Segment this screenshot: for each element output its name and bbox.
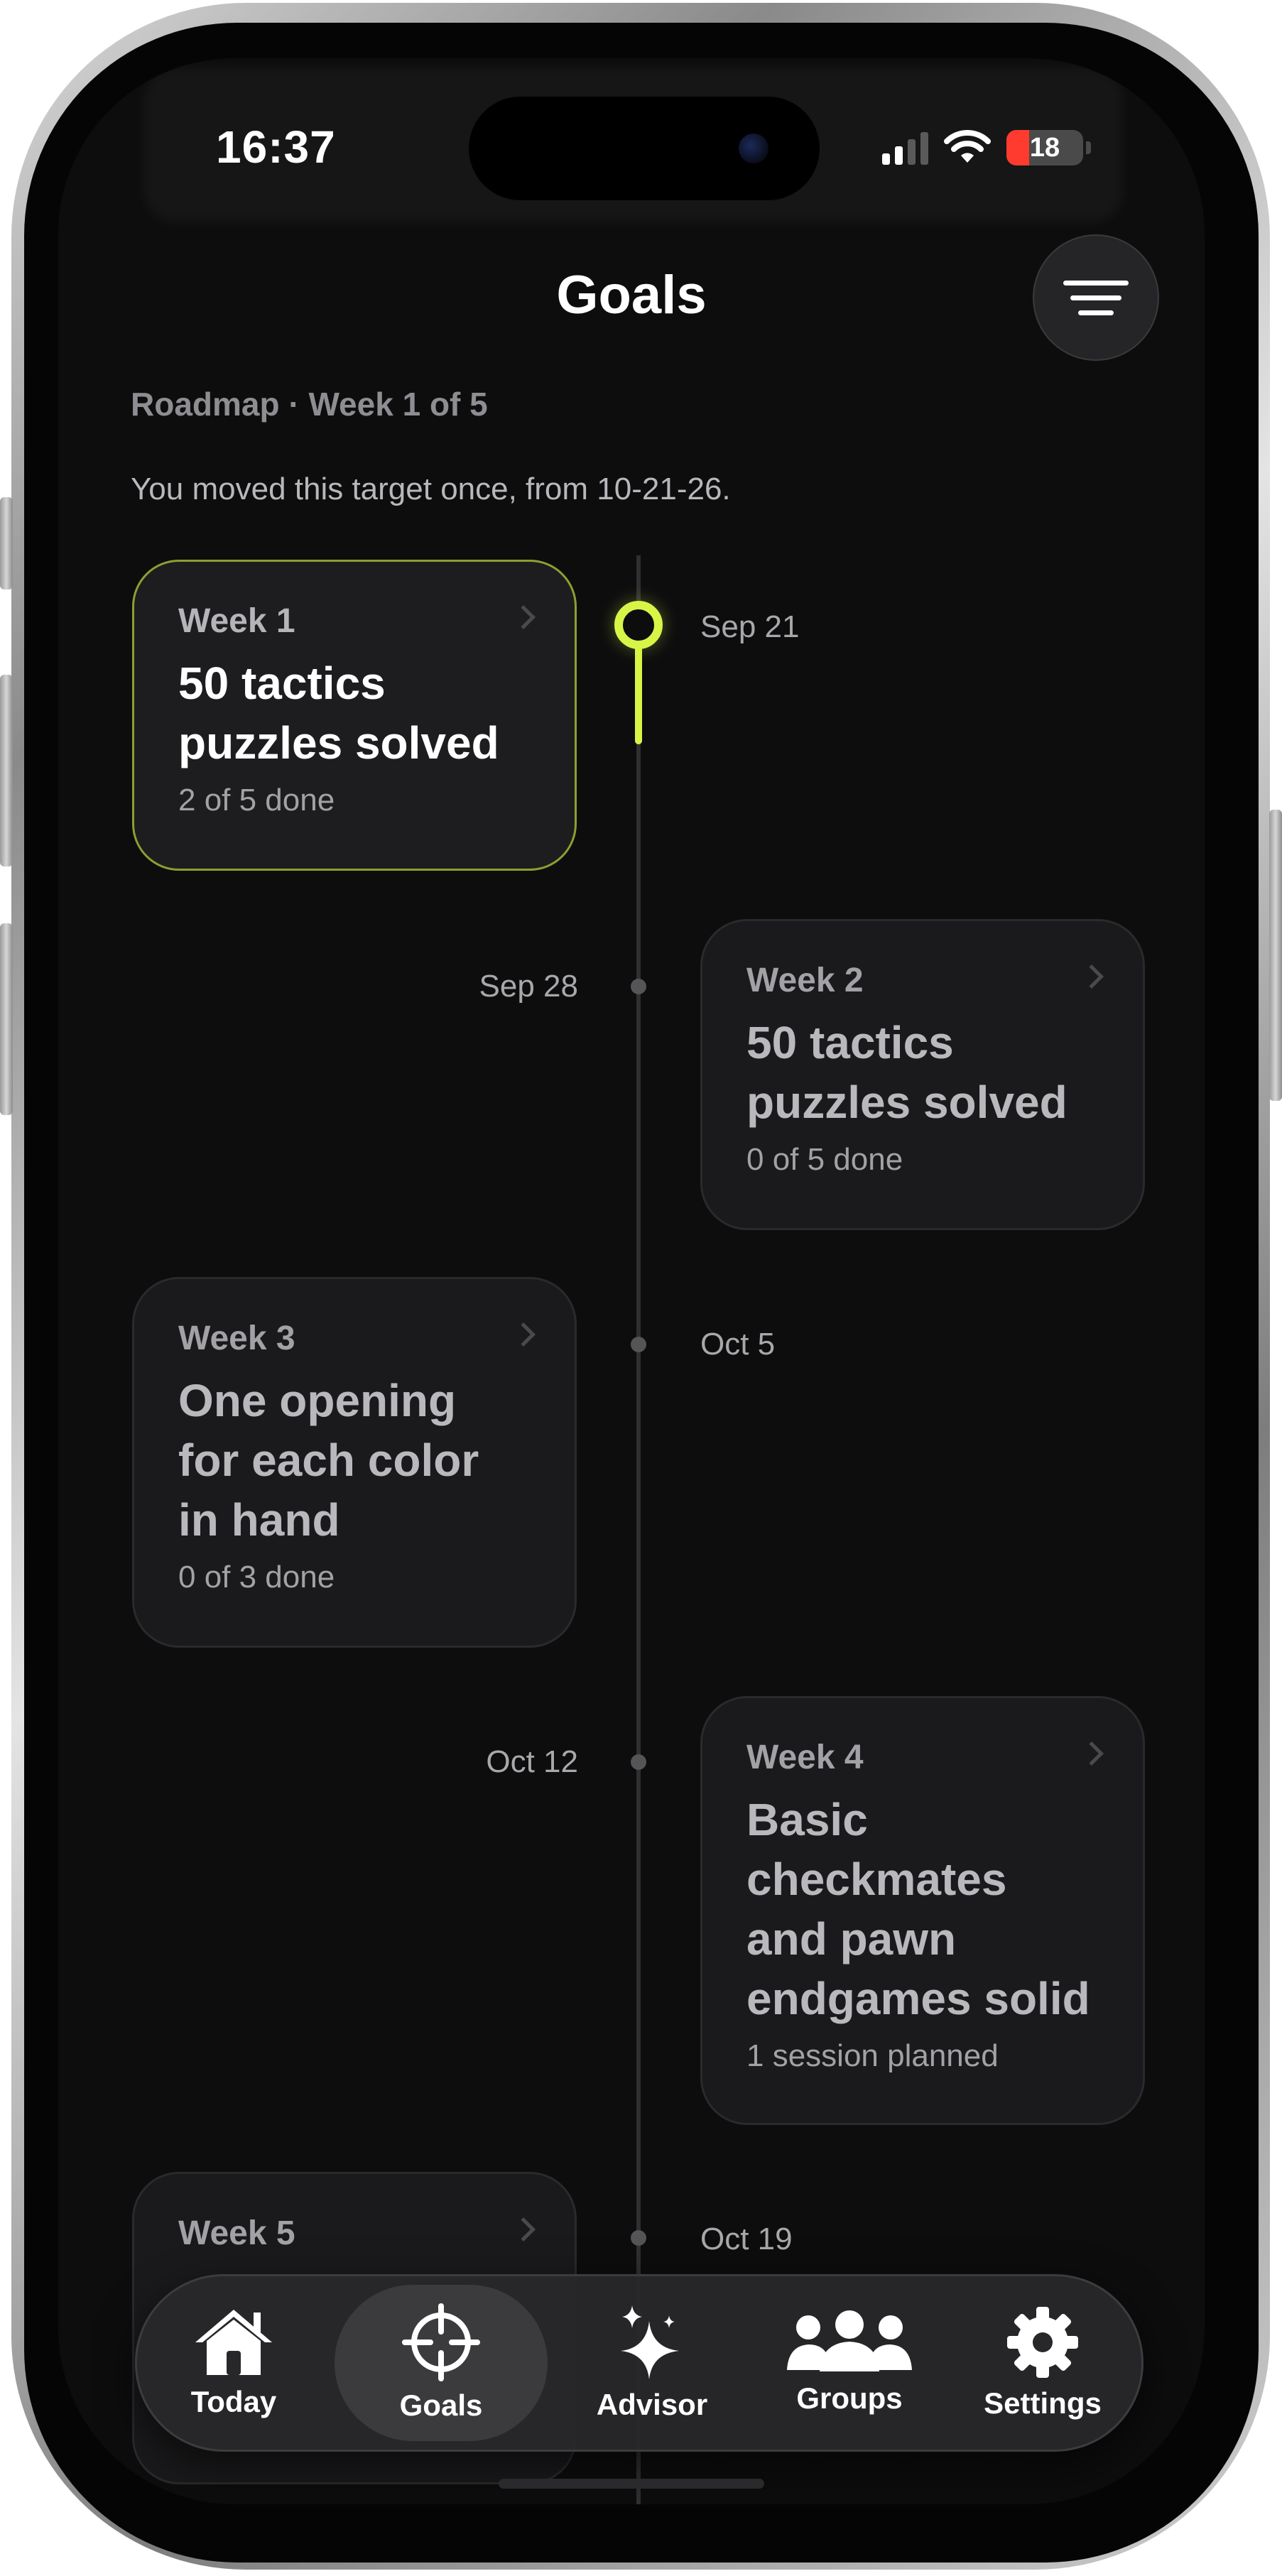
roadmap-note: You moved this target once, from 10-21-2…	[131, 472, 731, 506]
power-button	[1269, 810, 1282, 1101]
tab-bar: Today Goals Advisor Groups Settings	[135, 2274, 1144, 2452]
week-goal-title: Basic checkmates and pawn endgames solid	[746, 1790, 1099, 2028]
roadmap-subtitle: Roadmap · Week 1 of 5	[131, 386, 488, 423]
tab-label: Today	[190, 2385, 277, 2418]
week-goal-title-line: endgames solid	[746, 1973, 1090, 2024]
sparkles-icon	[621, 2305, 679, 2379]
week-label: Week 2	[746, 962, 864, 999]
week-goal-title-line: checkmates	[746, 1854, 1007, 1905]
week-goal-title-line: 50 tactics	[178, 658, 386, 709]
week-goal-title: 50 tactics puzzles solved	[746, 1013, 1099, 1132]
tab-groups[interactable]: Groups	[754, 2276, 945, 2450]
filter-button[interactable]	[1033, 234, 1159, 361]
week-goal-title: One opening for each color in hand	[178, 1371, 531, 1550]
week-label: Week 3	[178, 1320, 295, 1357]
week-label: Week 1	[178, 602, 295, 640]
tab-settings[interactable]: Settings	[954, 2276, 1131, 2450]
front-camera-icon	[739, 134, 768, 163]
timeline-dot	[631, 2230, 646, 2246]
week-goal-title-line: for each color	[178, 1435, 479, 1486]
filter-lines-icon	[1078, 310, 1114, 315]
week-goal-title-line: in hand	[178, 1494, 340, 1545]
week-goal-title-line: Basic	[746, 1794, 868, 1845]
tab-label: Settings	[984, 2386, 1102, 2420]
week-progress: 0 of 5 done	[746, 1142, 903, 1177]
timeline-date: Oct 12	[486, 1744, 578, 1779]
gear-icon	[1007, 2307, 1078, 2378]
volume-down-button	[0, 923, 13, 1115]
timeline-date: Sep 21	[700, 609, 800, 644]
week-goal-title: 50 tactics puzzles solved	[178, 653, 531, 773]
tab-label: Groups	[796, 2381, 903, 2415]
filter-lines-icon	[1063, 280, 1129, 286]
week-progress: 0 of 3 done	[178, 1560, 335, 1594]
timeline-dot	[631, 1754, 646, 1770]
battery-icon: 18	[1006, 130, 1083, 165]
tab-advisor[interactable]: Advisor	[563, 2276, 741, 2450]
week-goal-title-line: puzzles solved	[746, 1077, 1068, 1128]
week-card-4[interactable]: Week 4 Basic checkmates and pawn endgame…	[700, 1696, 1145, 2125]
timeline-dot	[631, 979, 646, 994]
battery-level: 18	[1029, 132, 1060, 163]
filter-lines-icon	[1070, 295, 1121, 300]
group-people-icon	[787, 2310, 912, 2371]
timeline-line	[636, 555, 641, 2504]
week-card-1[interactable]: Week 1 50 tactics puzzles solved 2 of 5 …	[132, 560, 577, 871]
week-progress: 2 of 5 done	[178, 783, 335, 817]
week-card-3[interactable]: Week 3 One opening for each color in han…	[132, 1277, 577, 1648]
home-indicator	[499, 2479, 764, 2489]
week-goal-title-line: puzzles solved	[178, 717, 499, 768]
timeline-current-marker	[614, 601, 663, 649]
timeline-date: Oct 19	[700, 2222, 793, 2256]
tab-today[interactable]: Today	[148, 2276, 319, 2450]
volume-up-button	[0, 675, 13, 866]
home-icon	[195, 2310, 272, 2375]
action-button	[0, 497, 13, 589]
dynamic-island	[469, 97, 820, 200]
timeline-date: Oct 5	[700, 1327, 776, 1362]
week-goal-title-line: and pawn	[746, 1913, 957, 1964]
crosshair-target-icon	[402, 2303, 480, 2381]
cellular-signal-icon	[882, 131, 928, 165]
week-progress: 1 session planned	[746, 2038, 999, 2073]
week-label: Week 5	[178, 2214, 295, 2252]
screen: 16:37 18 Goals Roadmap · Week 1 of 5 You…	[58, 58, 1205, 2504]
tab-goals[interactable]: Goals	[335, 2285, 548, 2441]
status-icons: 18	[882, 126, 1091, 169]
status-time: 16:37	[216, 121, 336, 173]
week-label: Week 4	[746, 1739, 864, 1776]
tab-label: Goals	[399, 2388, 483, 2422]
week-goal-title-line: 50 tactics	[746, 1017, 954, 1068]
week-card-2[interactable]: Week 2 50 tactics puzzles solved 0 of 5 …	[700, 919, 1145, 1230]
battery-cap	[1086, 141, 1091, 154]
wifi-icon	[944, 130, 991, 163]
timeline-date: Sep 28	[479, 969, 578, 1004]
timeline-dot	[631, 1337, 646, 1352]
tab-label: Advisor	[596, 2388, 708, 2421]
week-goal-title-line: One opening	[178, 1375, 457, 1426]
